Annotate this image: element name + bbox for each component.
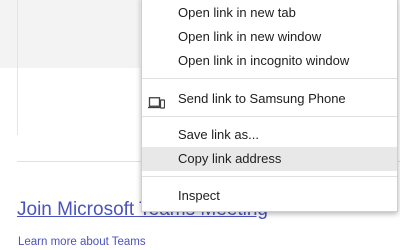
menu-separator — [142, 78, 397, 79]
menu-item-open-new-tab[interactable]: Open link in new tab — [142, 1, 397, 25]
menu-item-copy-link-address[interactable]: Copy link address — [142, 147, 397, 171]
menu-item-label: Save link as... — [178, 127, 259, 142]
meeting-info-card — [0, 0, 140, 68]
menu-separator — [142, 176, 397, 177]
learn-more-link[interactable]: Learn more about Teams — [18, 235, 146, 249]
menu-item-save-link-as[interactable]: Save link as... — [142, 123, 397, 147]
menu-item-label: Open link in new window — [178, 29, 322, 44]
menu-item-inspect[interactable]: Inspect — [142, 184, 397, 208]
menu-item-label: Send link to Samsung Phone — [178, 91, 346, 106]
menu-item-send-to-phone[interactable]: Send link to Samsung Phone — [142, 87, 397, 111]
menu-separator — [142, 116, 397, 117]
menu-item-label: Open link in new tab — [178, 5, 296, 20]
devices-icon — [148, 93, 166, 109]
menu-item-open-incognito[interactable]: Open link in incognito window — [142, 49, 397, 73]
menu-item-open-new-window[interactable]: Open link in new window — [142, 25, 397, 49]
context-menu: Open link in new tab Open link in new wi… — [141, 0, 398, 212]
menu-item-label: Copy link address — [178, 151, 282, 166]
left-border — [17, 0, 18, 135]
menu-item-label: Inspect — [178, 188, 220, 203]
menu-item-label: Open link in incognito window — [178, 53, 350, 68]
